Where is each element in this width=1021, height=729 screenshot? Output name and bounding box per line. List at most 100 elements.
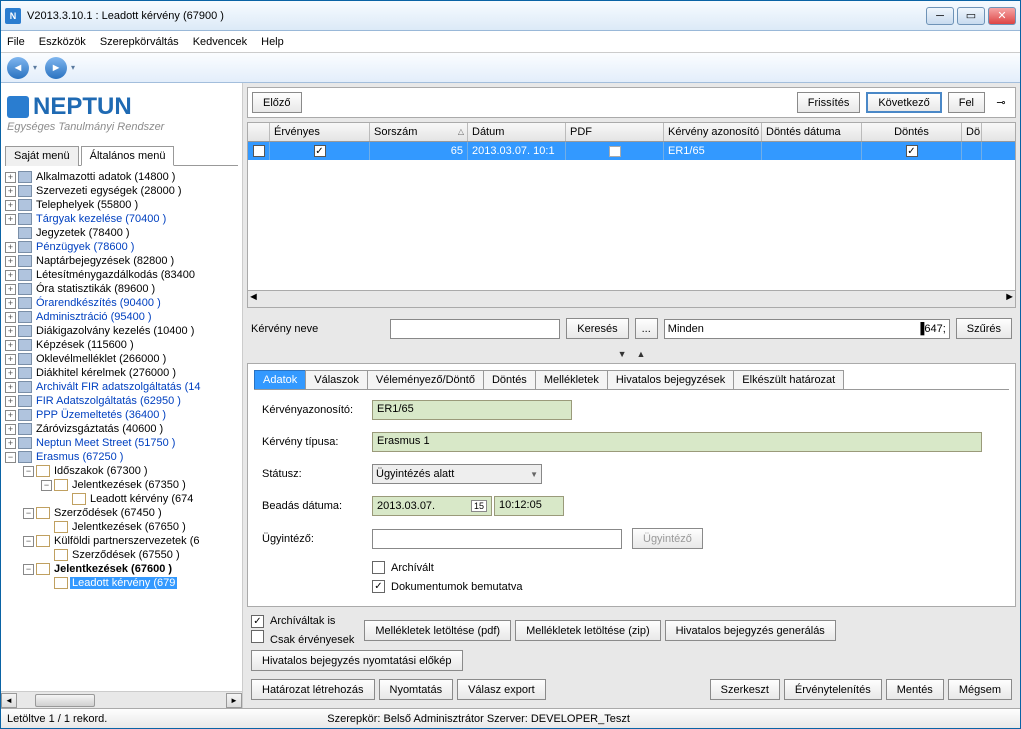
nav-back-dropdown[interactable]: ▾	[33, 63, 37, 72]
tree-item[interactable]: +Adminisztráció (95400 )	[1, 310, 242, 324]
nav-forward-button[interactable]: ►	[45, 57, 67, 79]
expand-icon[interactable]: +	[5, 410, 16, 421]
archivaltak-is-checkbox[interactable]: ✓	[251, 615, 264, 628]
pdf-icon[interactable]	[609, 146, 621, 157]
expand-icon[interactable]: −	[23, 508, 34, 519]
tree-item[interactable]: +Képzések (115600 )	[1, 338, 242, 352]
tree-item[interactable]: Jelentkezések (67650 )	[1, 520, 242, 534]
scroll-thumb[interactable]	[35, 694, 95, 707]
expand-icon[interactable]: −	[23, 536, 34, 547]
tree-item[interactable]: +Oklevélmelléklet (266000 )	[1, 352, 242, 366]
hiv-gen-button[interactable]: Hivatalos bejegyzés generálás	[665, 620, 836, 641]
megsem-button[interactable]: Mégsem	[948, 679, 1012, 700]
nav-forward-dropdown[interactable]: ▾	[71, 63, 75, 72]
tree-item[interactable]: +Diákigazolvány kezelés (10400 )	[1, 324, 242, 338]
expand-icon[interactable]: +	[5, 172, 16, 183]
tree-item[interactable]: +Záróvizsgáztatás (40600 )	[1, 422, 242, 436]
tree-view[interactable]: +Alkalmazotti adatok (14800 )+Szervezeti…	[1, 166, 242, 691]
tree-item[interactable]: −Jelentkezések (67350 )	[1, 478, 242, 492]
valasz-export-button[interactable]: Válasz export	[457, 679, 546, 700]
table-row[interactable]: ✓ 65 2013.03.07. 10:1 ER1/65 ✓	[248, 142, 1015, 160]
tree-item[interactable]: +Pénzügyek (78600 )	[1, 240, 242, 254]
tab-altalanos-menu[interactable]: Általános menü	[81, 146, 175, 166]
refresh-button[interactable]: Frissítés	[797, 92, 861, 113]
minimize-button[interactable]: ─	[926, 7, 954, 25]
col-dontes[interactable]: Döntés	[894, 126, 929, 138]
maximize-button[interactable]: ▭	[957, 7, 985, 25]
grid-body[interactable]	[248, 160, 1015, 290]
expand-icon[interactable]: +	[5, 382, 16, 393]
next-button[interactable]: Következő	[866, 92, 941, 113]
dontes-checkbox[interactable]: ✓	[906, 145, 918, 157]
expand-icon[interactable]: −	[23, 564, 34, 575]
nyomtatas-button[interactable]: Nyomtatás	[379, 679, 454, 700]
tree-item[interactable]: −Erasmus (67250 )	[1, 450, 242, 464]
tab-sajat-menu[interactable]: Saját menü	[5, 146, 79, 166]
tree-item[interactable]: −Jelentkezések (67600 )	[1, 562, 242, 576]
tree-item[interactable]: +Óra statisztikák (89600 )	[1, 282, 242, 296]
tree-item[interactable]: +Neptun Meet Street (51750 )	[1, 436, 242, 450]
tree-item[interactable]: +Telephelyek (55800 )	[1, 198, 242, 212]
hatarozat-button[interactable]: Határozat létrehozás	[251, 679, 375, 700]
row-checkbox[interactable]	[253, 145, 265, 157]
tree-item[interactable]: Szerződések (67550 )	[1, 548, 242, 562]
col-do[interactable]: Dö	[966, 126, 980, 138]
data-grid[interactable]: Érvényes Sorszám△ Dátum PDF Kérvény azon…	[247, 122, 1016, 308]
search-more-button[interactable]: ...	[635, 318, 658, 339]
hiv-nyomt-button[interactable]: Hivatalos bejegyzés nyomtatási előkép	[251, 650, 463, 671]
sidebar-hscroll[interactable]: ◄ ►	[1, 691, 242, 708]
tab-hatarozat[interactable]: Elkészült határozat	[733, 370, 844, 389]
menu-kedvencek[interactable]: Kedvencek	[193, 36, 247, 48]
tree-item[interactable]: Leadott kérvény (674	[1, 492, 242, 506]
expand-icon[interactable]: +	[5, 368, 16, 379]
ervenytelenit-button[interactable]: Érvénytelenítés	[784, 679, 882, 700]
tab-valaszok[interactable]: Válaszok	[305, 370, 368, 389]
expand-icon[interactable]: +	[5, 242, 16, 253]
archivalt-checkbox[interactable]	[372, 561, 385, 574]
up-button[interactable]: Fel	[948, 92, 985, 113]
expand-icon[interactable]: +	[5, 340, 16, 351]
mentes-button[interactable]: Mentés	[886, 679, 944, 700]
expand-icon[interactable]	[41, 550, 52, 561]
menu-file[interactable]: File	[7, 36, 25, 48]
expand-icon[interactable]: +	[5, 424, 16, 435]
menu-eszkozok[interactable]: Eszközök	[39, 36, 86, 48]
tab-velemenyezo[interactable]: Véleményező/Döntő	[367, 370, 484, 389]
expand-icon[interactable]: +	[5, 186, 16, 197]
col-azon[interactable]: Kérvény azonosító	[668, 126, 759, 138]
col-pdf[interactable]: PDF	[570, 126, 592, 138]
titlebar[interactable]: N V2013.3.10.1 : Leadott kérvény (67900 …	[1, 1, 1020, 31]
beadas-date-field[interactable]: 2013.03.07. 15	[372, 496, 492, 516]
expand-icon[interactable]: −	[23, 466, 34, 477]
tab-dontes[interactable]: Döntés	[483, 370, 536, 389]
expand-icon[interactable]: +	[5, 284, 16, 295]
tree-item[interactable]: −Külföldi partnerszervezetek (6	[1, 534, 242, 548]
tree-item[interactable]: Jegyzetek (78400 )	[1, 226, 242, 240]
status-select[interactable]: Ügyintézés alatt ▼	[372, 464, 542, 484]
expand-icon[interactable]: +	[5, 270, 16, 281]
col-dontes-datum[interactable]: Döntés dátuma	[766, 126, 841, 138]
ugyintezo-field[interactable]	[372, 529, 622, 549]
tab-adatok[interactable]: Adatok	[254, 370, 306, 389]
tree-item[interactable]: +Archivált FIR adatszolgáltatás (14	[1, 380, 242, 394]
col-sorszam[interactable]: Sorszám	[374, 126, 417, 138]
tree-item[interactable]: +Szervezeti egységek (28000 )	[1, 184, 242, 198]
beadas-time-field[interactable]: 10:12:05	[494, 496, 564, 516]
search-input[interactable]	[390, 319, 560, 339]
filter-select[interactable]: Minden ▐647;	[664, 319, 950, 339]
szerkeszt-button[interactable]: Szerkeszt	[710, 679, 780, 700]
menu-help[interactable]: Help	[261, 36, 284, 48]
ervenyes-checkbox[interactable]: ✓	[314, 145, 326, 157]
collapse-up-icon[interactable]: ▲	[637, 349, 646, 359]
pdf-download-button[interactable]: Mellékletek letöltése (pdf)	[364, 620, 511, 641]
menu-szerepkor[interactable]: Szerepkörváltás	[100, 36, 179, 48]
tree-item[interactable]: +FIR Adatszolgáltatás (62950 )	[1, 394, 242, 408]
expand-icon[interactable]	[41, 578, 52, 589]
szures-button[interactable]: Szűrés	[956, 318, 1012, 339]
expand-icon[interactable]: −	[5, 452, 16, 463]
expand-icon[interactable]: +	[5, 396, 16, 407]
tree-item[interactable]: +Alkalmazotti adatok (14800 )	[1, 170, 242, 184]
expand-icon[interactable]: +	[5, 200, 16, 211]
tree-item[interactable]: +Tárgyak kezelése (70400 )	[1, 212, 242, 226]
expand-icon[interactable]: +	[5, 298, 16, 309]
